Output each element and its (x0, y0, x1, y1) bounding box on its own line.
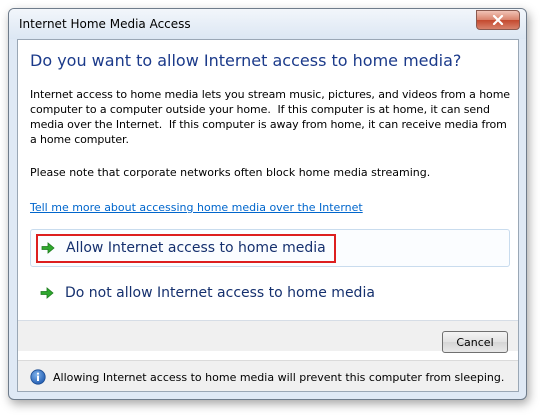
deny-access-option[interactable]: Do not allow Internet access to home med… (30, 274, 510, 312)
info-icon (30, 369, 46, 385)
main-instruction: Do you want to allow Internet access to … (30, 51, 462, 70)
green-arrow-icon (40, 287, 54, 299)
close-button[interactable] (476, 10, 520, 30)
cancel-button[interactable]: Cancel (442, 331, 508, 353)
dialog-window: Internet Home Media Access Do you want t… (8, 8, 527, 400)
footer-text: Allowing Internet access to home media w… (53, 371, 505, 384)
description-text: Internet access to home media lets you s… (30, 88, 514, 146)
highlight-annotation (36, 234, 336, 263)
footer-area: Allowing Internet access to home media w… (18, 360, 518, 391)
corporate-note: Please note that corporate networks ofte… (30, 166, 431, 179)
close-icon (492, 15, 504, 25)
help-link[interactable]: Tell me more about accessing home media … (30, 201, 363, 214)
window-title: Internet Home Media Access (19, 17, 191, 31)
dialog-content: Do you want to allow Internet access to … (17, 39, 519, 392)
button-area: Cancel (18, 321, 518, 353)
deny-access-label: Do not allow Internet access to home med… (65, 285, 375, 301)
title-bar[interactable]: Internet Home Media Access (9, 9, 526, 39)
